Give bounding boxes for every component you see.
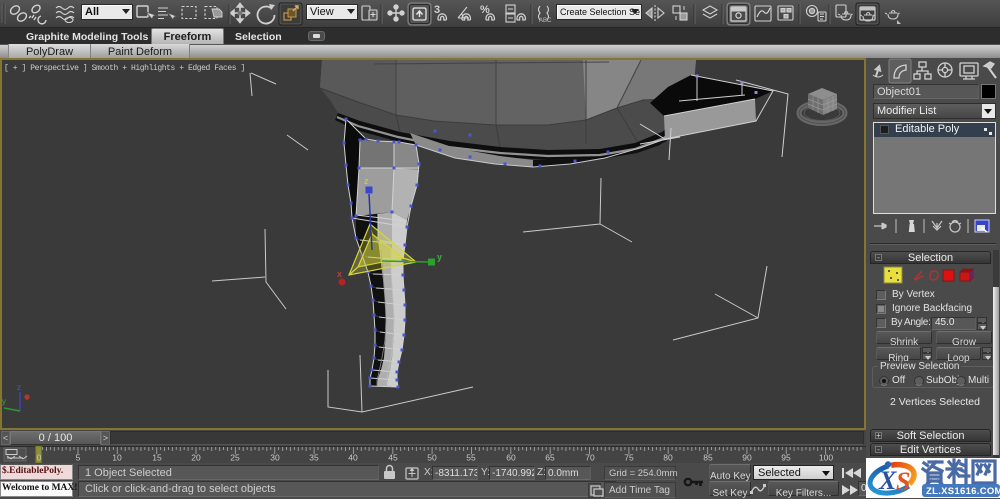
svg-text:10: 10 bbox=[112, 453, 122, 463]
svg-text:ZL.XS1616.COM: ZL.XS1616.COM bbox=[926, 486, 1000, 497]
svg-text:[ + ] Perspective ] Smooth + H: [ + ] Perspective ] Smooth + Highlights … bbox=[4, 64, 245, 73]
svg-text:85: 85 bbox=[703, 453, 713, 463]
svg-text:60: 60 bbox=[506, 453, 516, 463]
svg-text:50: 50 bbox=[427, 453, 437, 463]
svg-text:X: X bbox=[878, 466, 897, 495]
svg-text:z: z bbox=[364, 176, 369, 186]
svg-text:5: 5 bbox=[76, 453, 81, 463]
svg-text:90: 90 bbox=[742, 453, 752, 463]
svg-text:x: x bbox=[337, 269, 342, 279]
svg-text:40: 40 bbox=[348, 453, 358, 463]
svg-text:100: 100 bbox=[819, 453, 833, 463]
svg-text:75: 75 bbox=[624, 453, 634, 463]
svg-text:45: 45 bbox=[388, 453, 398, 463]
svg-text:30: 30 bbox=[270, 453, 280, 463]
svg-text:35: 35 bbox=[309, 453, 319, 463]
svg-text:y: y bbox=[437, 252, 442, 262]
svg-text:z: z bbox=[17, 383, 21, 392]
svg-text:65: 65 bbox=[545, 453, 555, 463]
svg-text:y: y bbox=[2, 397, 6, 406]
svg-text:80: 80 bbox=[663, 453, 673, 463]
svg-text:55: 55 bbox=[466, 453, 476, 463]
svg-text:20: 20 bbox=[191, 453, 201, 463]
svg-text:S: S bbox=[896, 467, 910, 496]
svg-text:0: 0 bbox=[37, 453, 42, 463]
svg-text:70: 70 bbox=[585, 453, 595, 463]
svg-text:95: 95 bbox=[781, 453, 791, 463]
svg-text:25: 25 bbox=[230, 453, 240, 463]
svg-text:15: 15 bbox=[152, 453, 162, 463]
